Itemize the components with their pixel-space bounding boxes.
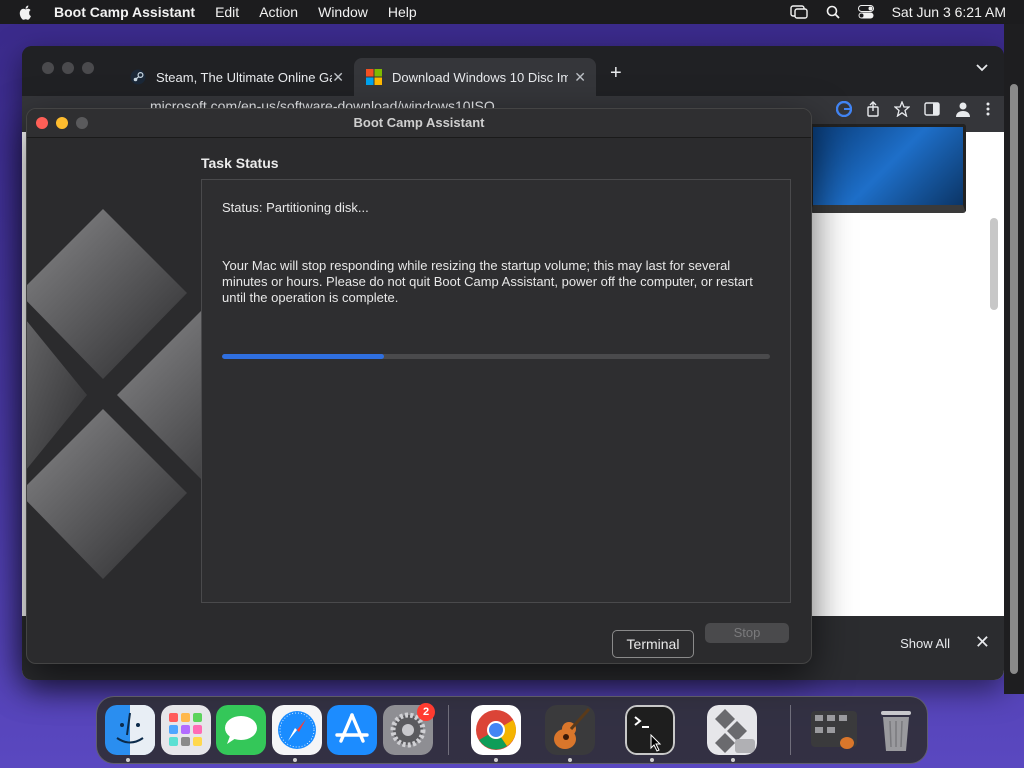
garageband-icon[interactable] [545,705,595,755]
menu-bar: Boot Camp Assistant Edit Action Window H… [0,0,1024,24]
share-icon[interactable] [866,101,880,117]
running-indicator [293,758,297,762]
running-indicator [126,758,130,762]
running-indicator [731,758,735,762]
side-panel-icon[interactable] [924,102,940,116]
task-status-heading: Task Status [201,155,279,171]
running-indicator [494,758,498,762]
safari-icon[interactable] [272,705,322,755]
spotlight-search-icon[interactable] [826,5,840,19]
show-all-downloads-button[interactable]: Show All [900,636,950,651]
app-store-icon[interactable] [327,705,377,755]
tab-steam[interactable]: Steam, The Ultimate Online Ga ✕ [118,58,354,96]
launchpad-icon[interactable] [161,705,211,755]
status-text: Status: Partitioning disk... [222,200,369,215]
mouse-cursor-icon [650,734,662,752]
tab-search-chevron-icon[interactable] [976,64,988,72]
partition-progress-bar [222,354,770,359]
menu-edit[interactable]: Edit [215,4,239,20]
new-tab-icon[interactable]: + [610,62,622,85]
boot-camp-titlebar: Boot Camp Assistant [27,109,811,138]
running-indicator [568,758,572,762]
window-scrollbar[interactable] [1010,84,1018,674]
progress-fill [222,354,384,359]
browser-zoom-button[interactable] [82,62,94,74]
menu-window[interactable]: Window [318,4,368,20]
windows-laptop-image [810,124,966,213]
boot-camp-icon[interactable] [707,705,757,755]
apple-menu-icon[interactable] [18,4,34,20]
stop-button[interactable]: Stop [705,623,789,643]
window-title: Boot Camp Assistant [353,115,485,130]
menu-app-name[interactable]: Boot Camp Assistant [54,4,195,20]
settings-badge: 2 [417,703,435,721]
running-indicator [650,758,654,762]
download-bar-close-icon[interactable]: ✕ [975,632,990,653]
task-status-panel: Status: Partitioning disk... Your Mac wi… [201,179,791,603]
browser-close-button[interactable] [42,62,54,74]
browser-minimize-button[interactable] [62,62,74,74]
menu-help[interactable]: Help [388,4,417,20]
steam-icon [130,69,146,85]
tab-windows-download[interactable]: Download Windows 10 Disc Im ✕ [354,58,596,96]
finder-icon[interactable] [105,705,155,755]
warning-text: Your Mac will stop responding while resi… [222,258,753,305]
menu-action[interactable]: Action [259,4,298,20]
tab-label: Download Windows 10 Disc Im [392,69,568,85]
right-edge-strip [1004,24,1024,694]
dock-separator [448,705,449,755]
boot-camp-window: Boot Camp Assistant Task Status Status: … [26,108,812,664]
tab-label: Steam, The Ultimate Online Ga [156,69,332,85]
downloads-stack-icon[interactable] [809,705,859,755]
profile-icon[interactable] [954,100,972,118]
windows-icon [366,69,382,85]
browser-window-controls [42,62,94,74]
trash-icon[interactable] [871,705,921,755]
tab-close-icon[interactable]: ✕ [332,69,344,86]
control-center-icon[interactable] [857,5,874,19]
chrome-icon[interactable] [471,705,521,755]
dock-separator [790,705,791,755]
menu-clock[interactable]: Sat Jun 3 6:21 AM [892,4,1006,20]
messages-icon[interactable] [216,705,266,755]
dock: 2 [96,696,928,764]
screen-mirroring-icon[interactable] [789,5,808,19]
tab-close-icon[interactable]: ✕ [574,69,586,86]
dock-tooltip: Terminal [612,630,694,658]
bookmark-star-icon[interactable] [894,101,910,117]
google-icon[interactable] [836,101,852,117]
page-scrollbar[interactable] [990,218,998,310]
browser-menu-icon[interactable] [986,102,990,116]
